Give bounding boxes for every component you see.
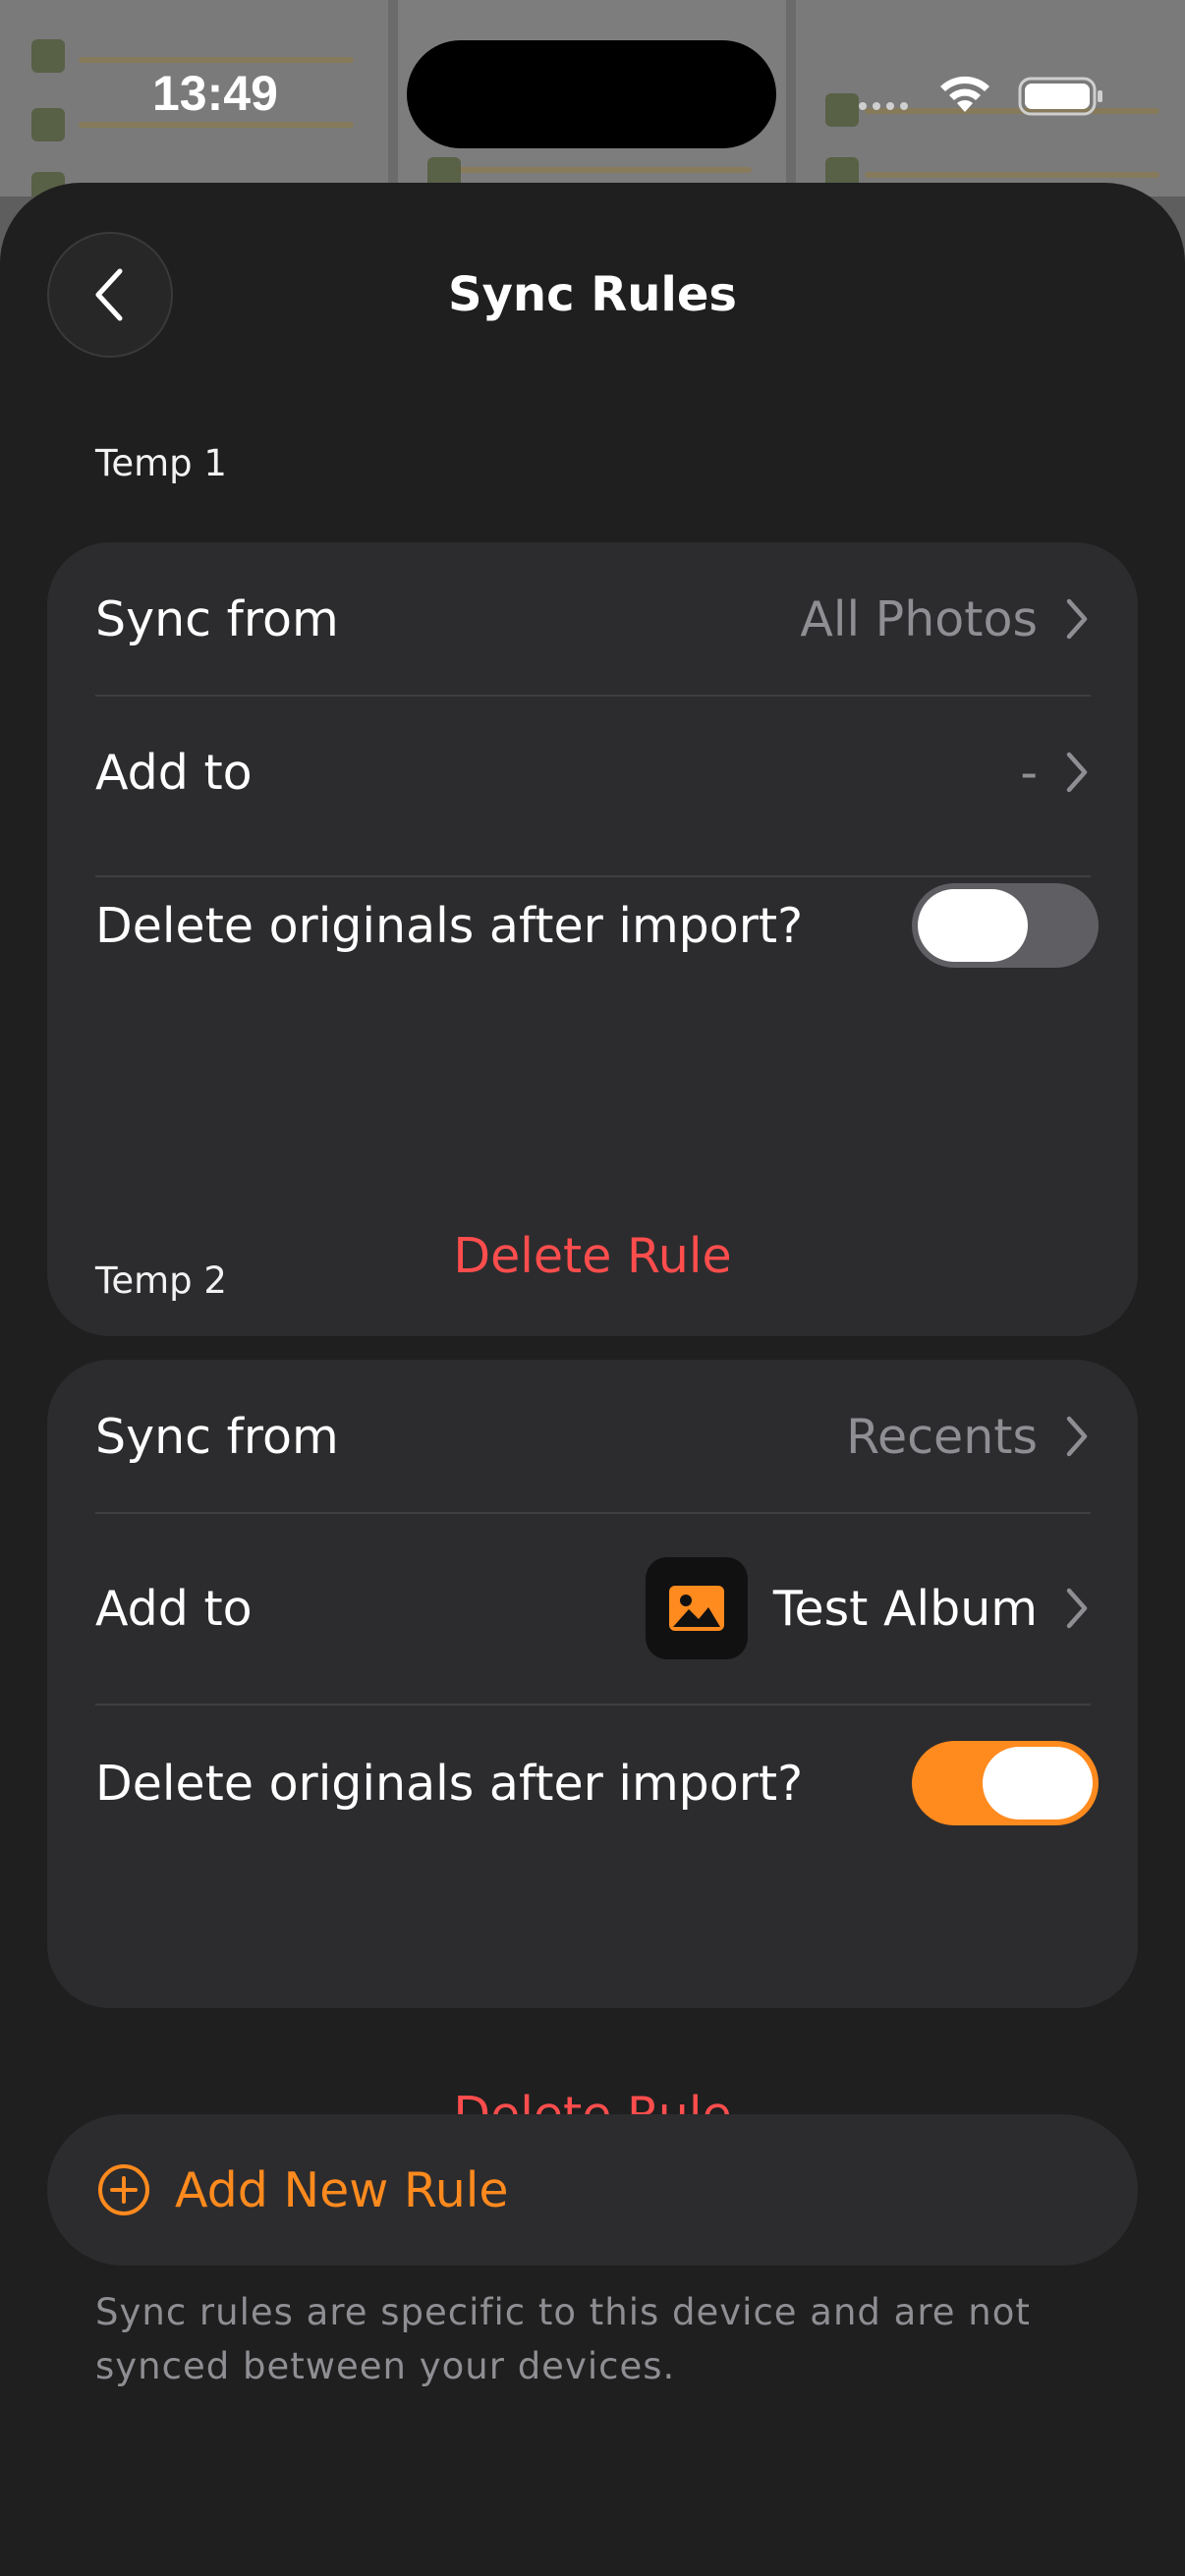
delete-originals-toggle[interactable] xyxy=(912,1741,1099,1825)
toggle-knob xyxy=(983,1747,1093,1820)
delete-originals-toggle[interactable] xyxy=(912,883,1099,968)
add-to-row[interactable]: Add to Test Album xyxy=(95,1513,1091,1704)
add-to-row[interactable]: Add to - xyxy=(95,696,1091,849)
sync-from-value: Recents xyxy=(846,1408,1038,1465)
add-to-label: Add to xyxy=(95,744,253,801)
footnote: Sync rules are specific to this device a… xyxy=(95,2291,1031,2387)
toggle-knob xyxy=(918,889,1028,962)
add-new-rule-button[interactable]: Add New Rule xyxy=(47,2114,1138,2266)
status-time: 13:49 xyxy=(152,66,278,121)
sync-from-row[interactable]: Sync from Recents xyxy=(95,1360,1091,1513)
delete-originals-row: Delete originals after import? xyxy=(95,1704,1099,1863)
rule-card: Sync from Recents Add to Test Album Dele… xyxy=(47,1360,1138,2143)
album-thumbnail xyxy=(645,1557,748,1659)
delete-originals-label: Delete originals after import? xyxy=(95,897,804,954)
chevron-right-icon xyxy=(1066,598,1088,640)
battery-icon xyxy=(1018,77,1102,116)
delete-originals-label: Delete originals after import? xyxy=(95,1755,804,1812)
chevron-right-icon xyxy=(1066,1588,1088,1629)
delete-originals-row: Delete originals after import? xyxy=(95,849,1099,1002)
dynamic-island xyxy=(407,40,776,148)
add-to-label: Add to xyxy=(95,1580,253,1637)
wifi-icon xyxy=(940,76,989,112)
rule-name: Temp 1 xyxy=(95,442,227,484)
plus-circle-icon xyxy=(98,2164,149,2215)
sync-from-label: Sync from xyxy=(95,1408,339,1465)
rule-name: Temp 2 xyxy=(95,1260,227,1302)
add-to-value: - xyxy=(1020,744,1038,801)
page-title: Sync Rules xyxy=(448,267,737,322)
chevron-right-icon xyxy=(1066,1416,1088,1457)
sync-rules-sheet: Sync Rules Temp 1 Sync from All Photos A… xyxy=(0,183,1185,2576)
sync-from-value: All Photos xyxy=(800,590,1038,647)
chevron-right-icon xyxy=(1066,752,1088,793)
photo-icon xyxy=(668,1586,724,1631)
status-icons xyxy=(851,71,1106,120)
sync-from-row[interactable]: Sync from All Photos xyxy=(95,542,1091,696)
rule-card: Sync from All Photos Add to - Delete ori… xyxy=(47,542,1138,1336)
add-to-value: Test Album xyxy=(772,1580,1038,1637)
add-new-rule-label: Add New Rule xyxy=(175,2161,509,2218)
sync-from-label: Sync from xyxy=(95,590,339,647)
